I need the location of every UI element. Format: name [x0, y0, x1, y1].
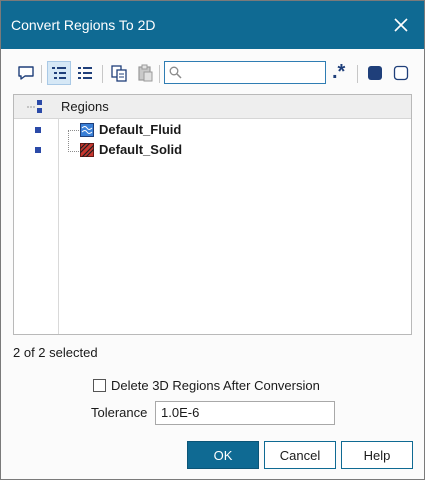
- tree-item-label: Default_Fluid: [99, 122, 182, 137]
- tree-header: Regions: [14, 95, 411, 119]
- selection-marker: [35, 127, 41, 133]
- delete-3d-checkbox[interactable]: [93, 378, 106, 392]
- select-none-icon[interactable]: [389, 61, 413, 85]
- selection-marker: [35, 147, 41, 153]
- tolerance-field[interactable]: 1.0E-6: [155, 401, 335, 425]
- selection-status: 2 of 2 selected: [13, 345, 98, 360]
- search-icon: [169, 66, 182, 82]
- tree-row-default-solid[interactable]: Default_Solid: [14, 140, 411, 160]
- close-icon[interactable]: [386, 10, 416, 40]
- toolbar-separator: [159, 65, 160, 83]
- tree-root-icon: [26, 100, 44, 117]
- tree-view-icon[interactable]: [47, 61, 71, 85]
- tree-item-label: Default_Solid: [99, 142, 183, 157]
- regex-toggle-button[interactable]: .*: [332, 61, 345, 83]
- tree-header-label: Regions: [61, 99, 109, 114]
- tolerance-label: Tolerance: [91, 405, 148, 420]
- toolbar-separator: [102, 65, 103, 83]
- delete-3d-label: Delete 3D Regions After Conversion: [111, 377, 320, 393]
- fluid-region-icon: [80, 123, 94, 137]
- comment-icon[interactable]: [14, 61, 38, 85]
- help-button[interactable]: Help: [341, 441, 413, 469]
- dialog-window: Convert Regions To 2D .* Regions Default…: [0, 0, 425, 480]
- list-view-icon[interactable]: [73, 61, 97, 85]
- tree-row-default-fluid[interactable]: Default_Fluid: [14, 120, 411, 140]
- title-bar: Convert Regions To 2D: [1, 1, 424, 49]
- ok-button[interactable]: OK: [187, 441, 259, 469]
- solid-region-icon: [79, 142, 95, 158]
- copy-icon[interactable]: [107, 61, 131, 85]
- toolbar-separator: [41, 65, 42, 83]
- cancel-button[interactable]: Cancel: [264, 441, 336, 469]
- paste-icon[interactable]: [133, 61, 157, 85]
- delete-3d-option[interactable]: Delete 3D Regions After Conversion: [93, 376, 320, 394]
- select-all-icon[interactable]: [363, 61, 387, 85]
- regions-tree: Regions Default_Fluid Default_Solid: [13, 94, 412, 335]
- toolbar-separator: [357, 65, 358, 83]
- dialog-title: Convert Regions To 2D: [11, 17, 156, 33]
- search-input[interactable]: [164, 61, 326, 84]
